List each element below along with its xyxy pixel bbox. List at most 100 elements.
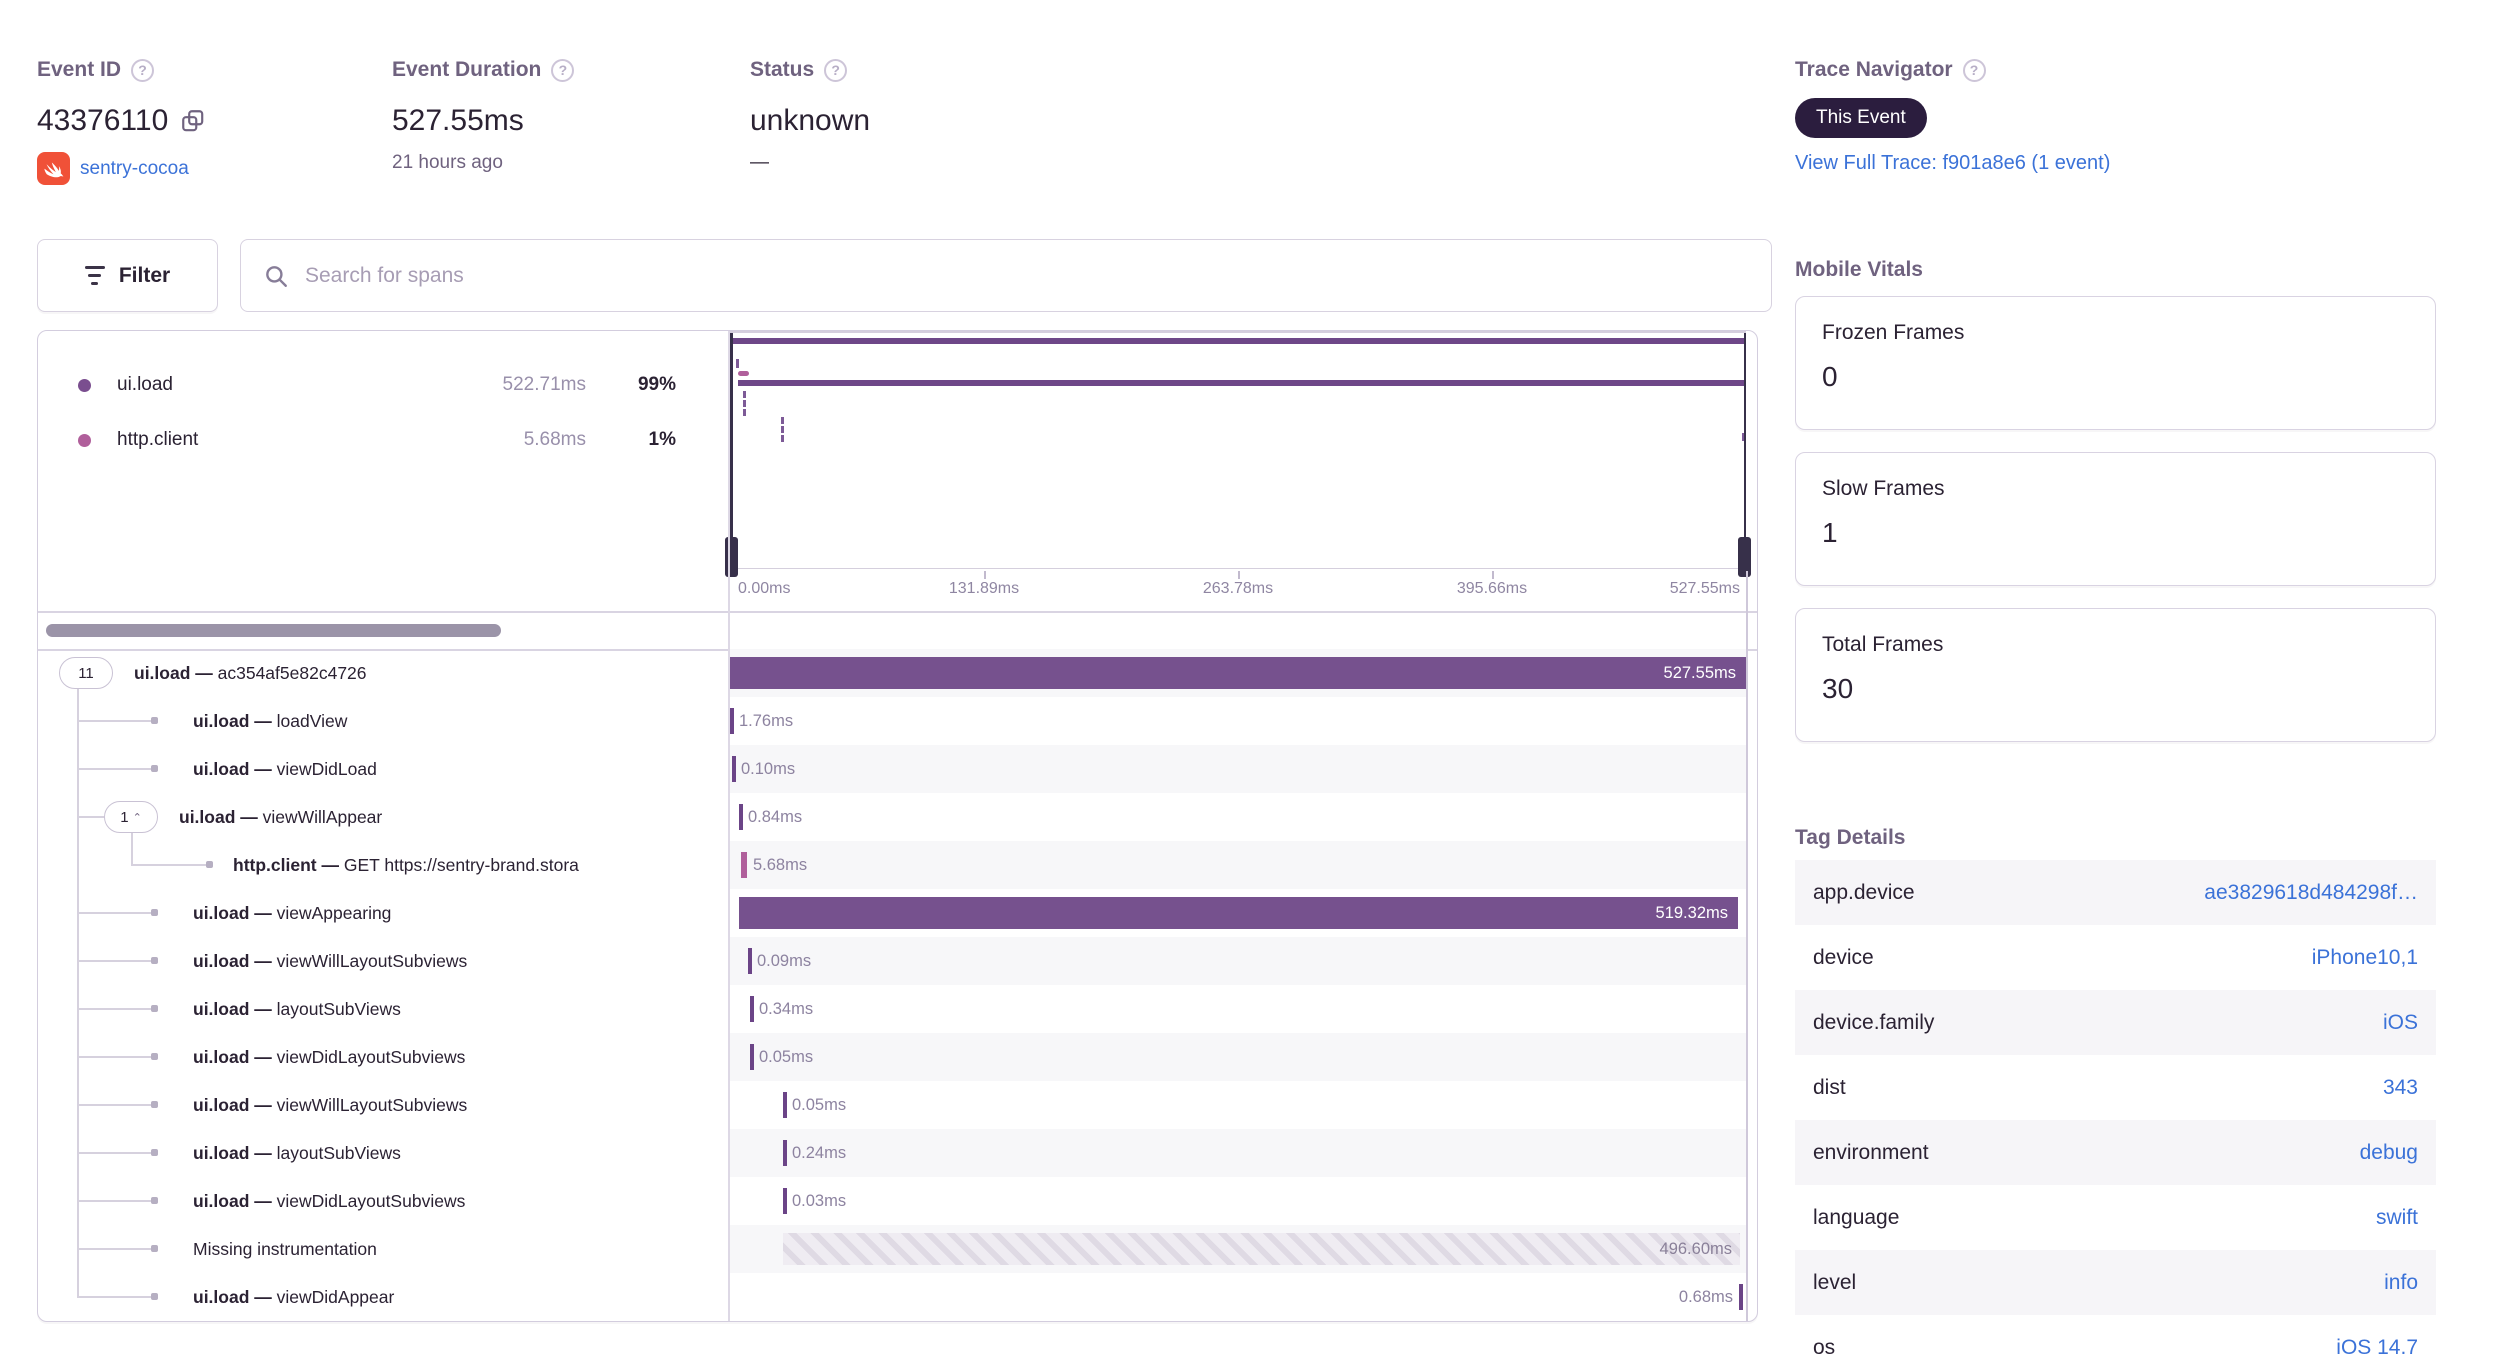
span-duration-label: 0.84ms <box>748 808 803 826</box>
tag-value[interactable]: ae3829618d484298f… <box>2204 881 2418 905</box>
tag-details-title: Tag Details <box>1795 826 1906 849</box>
span-bars: 527.55ms 1.76ms 0.10ms 0.84ms 5.68ms 519.32ms… <box>730 649 1746 1321</box>
span-duration-tick[interactable] <box>783 1140 787 1166</box>
tag-value[interactable]: iOS 14.7 <box>2336 1336 2418 1360</box>
span-duration-tick[interactable] <box>732 756 736 782</box>
span-duration-label: 496.60ms <box>1659 1240 1732 1258</box>
project-link[interactable]: sentry-cocoa <box>80 158 189 180</box>
tag-value[interactable]: iPhone10,1 <box>2312 946 2418 970</box>
span-label: ui.load — viewWillLayoutSubviews <box>193 951 468 971</box>
axis-tick-label: 263.78ms <box>1202 580 1274 597</box>
search-input[interactable] <box>305 263 1749 288</box>
legend-op-percent: 99% <box>637 374 676 395</box>
span-bar-row[interactable]: 0.05ms <box>730 1081 1746 1129</box>
span-tree-row[interactable]: 11 ui.load — ac354af5e82c4726 <box>38 649 728 697</box>
span-tree-row[interactable]: 1 ⌃ ui.load — viewWillAppear <box>38 793 728 841</box>
legend-row: http.client 5.68ms 1% <box>38 414 726 466</box>
tree-connector-dot <box>151 717 158 724</box>
minimap-span-mark <box>743 391 746 398</box>
span-duration-tick[interactable] <box>783 1188 787 1214</box>
span-detail-page: Event ID ? 43376110 sentry-cocoa Event D… <box>0 0 2494 1366</box>
event-id-value: 43376110 <box>37 104 169 137</box>
tag-key: dist <box>1813 1075 1846 1099</box>
span-children-pill[interactable]: 1 ⌃ <box>104 801 158 833</box>
minimap-span-mark <box>781 417 784 424</box>
help-icon[interactable]: ? <box>824 58 848 82</box>
span-bar-row[interactable]: 0.24ms <box>730 1129 1746 1177</box>
minimap-window-right-edge[interactable] <box>1743 333 1746 568</box>
tree-connector-dot <box>151 1149 158 1156</box>
span-duration-tick[interactable] <box>750 1044 754 1070</box>
span-duration-bar[interactable]: 527.55ms <box>730 657 1746 689</box>
axis-tick-label: 527.55ms <box>1669 580 1740 597</box>
span-tree: 11 ui.load — ac354af5e82c4726 ui.load — lo… <box>38 649 728 1321</box>
span-bar-row[interactable]: 0.84ms <box>730 793 1746 841</box>
span-bar-row[interactable]: 0.34ms <box>730 985 1746 1033</box>
status-label: Status <box>750 58 815 81</box>
status-sub: — <box>750 152 769 173</box>
span-bar-row[interactable]: 519.32ms <box>730 889 1746 937</box>
span-bar-row[interactable]: 0.68ms <box>730 1273 1746 1321</box>
span-duration-tick[interactable] <box>741 852 747 878</box>
event-age: 21 hours ago <box>392 152 503 173</box>
span-label: ui.load — viewWillLayoutSubviews <box>193 1095 468 1115</box>
tag-key: language <box>1813 1205 1900 1229</box>
filter-icon <box>84 266 105 285</box>
span-label: ui.load — viewAppearing <box>193 903 392 923</box>
tree-horizontal-scrollbar[interactable] <box>46 624 501 637</box>
tree-connector-dot <box>151 765 158 772</box>
span-bar-row[interactable]: 1.76ms <box>730 697 1746 745</box>
span-label: ui.load — viewDidLayoutSubviews <box>193 1047 466 1067</box>
tag-value[interactable]: swift <box>2376 1206 2418 1230</box>
span-duration-tick[interactable] <box>750 996 754 1022</box>
span-duration-tick[interactable] <box>1739 1284 1743 1310</box>
span-duration-tick[interactable] <box>730 708 734 734</box>
axis-tick <box>1238 571 1240 579</box>
tree-connector <box>131 833 133 864</box>
minimap-span-mark <box>730 338 1746 344</box>
minimap-span-mark <box>738 380 1746 386</box>
tree-connector <box>77 1200 151 1202</box>
span-duration-label: 0.34ms <box>759 1000 814 1018</box>
panel-column-divider[interactable] <box>728 331 730 1321</box>
divider <box>38 611 1757 613</box>
event-duration-label: Event Duration <box>392 58 542 81</box>
trace-minimap[interactable] <box>725 331 1751 577</box>
span-bar-row[interactable]: 0.05ms <box>730 1033 1746 1081</box>
tag-value[interactable]: debug <box>2360 1141 2418 1165</box>
span-duration-label: 5.68ms <box>753 856 808 874</box>
tag-value[interactable]: 343 <box>2383 1076 2418 1100</box>
span-duration-tick[interactable] <box>748 948 752 974</box>
span-bar-row[interactable]: 496.60ms <box>730 1225 1746 1273</box>
tree-connector <box>131 864 206 866</box>
span-children-pill[interactable]: 11 <box>59 657 113 689</box>
span-bar-row[interactable]: 0.10ms <box>730 745 1746 793</box>
span-bar-row[interactable]: 527.55ms <box>730 649 1746 697</box>
help-icon[interactable]: ? <box>131 58 155 82</box>
span-bar-row[interactable]: 0.03ms <box>730 1177 1746 1225</box>
span-label: ui.load — layoutSubViews <box>193 999 401 1019</box>
tag-row: level info <box>1795 1250 2436 1315</box>
axis-tick <box>1492 571 1494 579</box>
minimap-window-left-edge[interactable] <box>730 333 733 568</box>
tree-connector <box>77 1296 151 1298</box>
tag-key: level <box>1813 1270 1857 1294</box>
tag-value[interactable]: iOS <box>2383 1011 2418 1035</box>
tag-value[interactable]: info <box>2384 1271 2418 1295</box>
span-bar-row[interactable]: 5.68ms <box>730 841 1746 889</box>
missing-instrumentation-bar[interactable]: 496.60ms <box>783 1233 1740 1265</box>
tree-connector <box>77 1104 151 1106</box>
minimap-span-mark <box>738 371 749 376</box>
span-duration-tick[interactable] <box>783 1092 787 1118</box>
span-duration-bar[interactable]: 519.32ms <box>739 897 1738 929</box>
span-duration-label: 0.05ms <box>792 1096 847 1114</box>
span-duration-label: 0.03ms <box>792 1192 847 1210</box>
span-bar-row[interactable]: 0.09ms <box>730 937 1746 985</box>
copy-icon[interactable] <box>180 108 206 134</box>
tree-connector <box>77 912 151 914</box>
span-duration-label: 527.55ms <box>1663 664 1736 682</box>
help-icon[interactable]: ? <box>551 58 575 82</box>
minimap-span-mark <box>743 409 746 416</box>
filter-button[interactable]: Filter <box>37 239 218 312</box>
span-duration-tick[interactable] <box>739 804 743 830</box>
